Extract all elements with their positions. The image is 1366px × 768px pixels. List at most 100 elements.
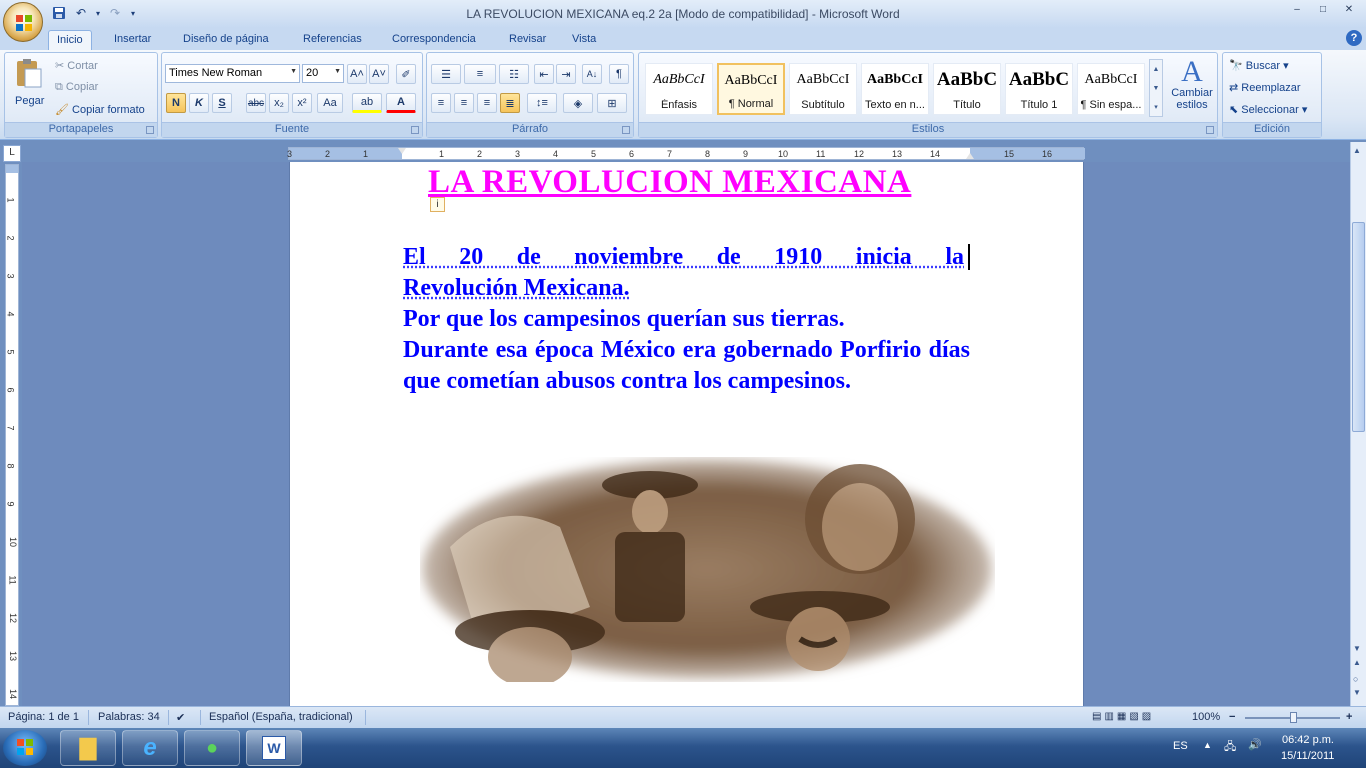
align-center-button[interactable]: ≡ bbox=[454, 93, 474, 113]
select-button[interactable]: ⬉ Seleccionar ▾ bbox=[1229, 103, 1307, 116]
font-color-button[interactable]: A bbox=[386, 93, 416, 113]
previous-page-icon[interactable]: ▲ bbox=[1353, 658, 1361, 667]
shrink-font-button[interactable]: A˅ bbox=[369, 64, 389, 84]
document-body[interactable]: El 20 de noviembre de 1910 inicia la Rev… bbox=[403, 242, 970, 397]
minimize-button[interactable]: – bbox=[1284, 1, 1310, 17]
show-hidden-icons-icon[interactable]: ▲ bbox=[1203, 740, 1212, 750]
style-sin-espaciado[interactable]: AaBbCcI ¶ Sin espa... bbox=[1077, 63, 1145, 115]
paragraph-launcher-icon[interactable] bbox=[622, 126, 630, 134]
italic-button[interactable]: K bbox=[189, 93, 209, 113]
smart-tag-info-icon[interactable]: i bbox=[430, 197, 445, 212]
style-subtitulo[interactable]: AaBbCcI Subtítulo bbox=[789, 63, 857, 115]
font-launcher-icon[interactable] bbox=[411, 126, 419, 134]
document-title[interactable]: LA REVOLUCION MEXICANA bbox=[428, 164, 911, 201]
copy-button[interactable]: ⧉ Copiar bbox=[55, 81, 98, 94]
tab-inicio[interactable]: Inicio bbox=[48, 30, 92, 50]
language-indicator[interactable]: Español (España, tradicional) bbox=[209, 711, 353, 723]
help-icon[interactable]: ? bbox=[1346, 30, 1362, 46]
next-page-icon[interactable]: ▼ bbox=[1353, 688, 1361, 697]
numbering-button[interactable]: ≡ bbox=[464, 64, 496, 84]
font-size-select[interactable]: 20 ▼ bbox=[302, 64, 344, 83]
zoom-level[interactable]: 100% bbox=[1192, 711, 1220, 723]
sort-button[interactable]: A↓ bbox=[582, 64, 602, 84]
volume-icon[interactable]: 🔊 bbox=[1248, 738, 1262, 751]
cut-button[interactable]: ✂ Cortar bbox=[55, 59, 98, 72]
grow-font-button[interactable]: A˄ bbox=[347, 64, 367, 84]
scroll-thumb[interactable] bbox=[1352, 222, 1365, 432]
increase-indent-button[interactable]: ⇥ bbox=[556, 64, 576, 84]
change-styles-button[interactable]: A Cambiar estilos bbox=[1169, 57, 1215, 119]
strikethrough-button[interactable]: abc bbox=[246, 93, 266, 113]
superscript-button[interactable]: x² bbox=[292, 93, 312, 113]
bullets-button[interactable]: ☰ bbox=[431, 64, 461, 84]
replace-button[interactable]: ⇄ Reemplazar bbox=[1229, 81, 1301, 94]
paragraph-1[interactable]: El 20 de noviembre de 1910 inicia la bbox=[403, 242, 970, 273]
taskbar-internet-explorer[interactable]: e bbox=[122, 730, 178, 766]
scroll-up-icon[interactable]: ▲ bbox=[1353, 146, 1361, 155]
network-icon[interactable]: 🖧 bbox=[1224, 738, 1236, 757]
taskbar-word[interactable]: W bbox=[246, 730, 302, 766]
view-buttons-icon[interactable]: ▤▥▦▧▨ bbox=[1092, 711, 1154, 722]
document-page[interactable]: LA REVOLUCION MEXICANA i El 20 de noviem… bbox=[289, 162, 1084, 706]
tab-referencias[interactable]: Referencias bbox=[295, 30, 370, 50]
find-button[interactable]: 🔭 Buscar ▾ bbox=[1229, 59, 1289, 72]
subscript-button[interactable]: x₂ bbox=[269, 93, 289, 113]
revolution-leaders-photo[interactable] bbox=[420, 457, 995, 682]
scroll-down-icon[interactable]: ▼ bbox=[1353, 644, 1361, 653]
clipboard-launcher-icon[interactable] bbox=[146, 126, 154, 134]
clear-format-button[interactable]: ✐ bbox=[396, 64, 416, 84]
tab-correspondencia[interactable]: Correspondencia bbox=[384, 30, 484, 50]
align-right-button[interactable]: ≡ bbox=[477, 93, 497, 113]
decrease-indent-button[interactable]: ⇤ bbox=[534, 64, 554, 84]
tab-selector[interactable]: L bbox=[3, 145, 21, 162]
zoom-slider-thumb[interactable] bbox=[1290, 712, 1297, 723]
style-enfasis[interactable]: AaBbCcI Énfasis bbox=[645, 63, 713, 115]
clock-date[interactable]: 15/11/2011 bbox=[1281, 750, 1334, 762]
start-button[interactable] bbox=[3, 730, 47, 766]
format-painter-button[interactable]: 🖌 Copiar formato bbox=[55, 103, 145, 116]
document-area[interactable]: LA REVOLUCION MEXICANA i El 20 de noviem… bbox=[22, 162, 1350, 706]
close-button[interactable]: ✕ bbox=[1336, 1, 1362, 17]
style-texto-negrita[interactable]: AaBbCcI Texto en n... bbox=[861, 63, 929, 115]
maximize-button[interactable]: □ bbox=[1310, 1, 1336, 17]
zoom-in-button[interactable]: + bbox=[1346, 711, 1352, 723]
styles-launcher-icon[interactable] bbox=[1206, 126, 1214, 134]
align-left-button[interactable]: ≡ bbox=[431, 93, 451, 113]
vertical-scrollbar[interactable]: ▲ ▼ ▲ ○ ▼ bbox=[1350, 142, 1366, 706]
style-normal[interactable]: AaBbCcI ¶ Normal bbox=[717, 63, 785, 115]
office-button[interactable] bbox=[3, 2, 43, 42]
paragraph-4[interactable]: Durante esa época México era gobernado P… bbox=[403, 335, 970, 397]
tab-diseno-pagina[interactable]: Diseño de página bbox=[175, 30, 277, 50]
right-indent-marker-icon[interactable] bbox=[966, 153, 974, 159]
font-family-select[interactable]: Times New Roman ▼ bbox=[165, 64, 300, 83]
style-titulo-1[interactable]: AaBbC Título 1 bbox=[1005, 63, 1073, 115]
zoom-out-button[interactable]: − bbox=[1229, 711, 1235, 723]
indent-marker-icon[interactable] bbox=[398, 148, 406, 154]
tab-revisar[interactable]: Revisar bbox=[501, 30, 554, 50]
vertical-ruler[interactable]: 1 2 3 4 5 6 7 8 9 10 11 12 13 14 bbox=[5, 164, 19, 706]
bold-button[interactable]: N bbox=[166, 93, 186, 113]
taskbar-messenger[interactable]: ● bbox=[184, 730, 240, 766]
paragraph-2[interactable]: Revolución Mexicana. bbox=[403, 273, 970, 304]
word-count[interactable]: Palabras: 34 bbox=[98, 711, 160, 723]
page-count[interactable]: Página: 1 de 1 bbox=[8, 711, 79, 723]
underline-button[interactable]: S bbox=[212, 93, 232, 113]
paragraph-3[interactable]: Por que los campesinos querían sus tierr… bbox=[403, 304, 970, 335]
tab-vista[interactable]: Vista bbox=[564, 30, 604, 50]
multilevel-list-button[interactable]: ☷ bbox=[499, 64, 529, 84]
taskbar-explorer[interactable]: ▇ bbox=[60, 730, 116, 766]
line-spacing-button[interactable]: ↕≡ bbox=[527, 93, 557, 113]
horizontal-ruler[interactable]: 3 2 1 1 2 3 4 5 6 7 8 9 10 11 12 13 14 1… bbox=[287, 147, 1085, 160]
shading-button[interactable]: ◈ bbox=[563, 93, 593, 113]
show-marks-button[interactable]: ¶ bbox=[609, 64, 629, 84]
change-case-button[interactable]: Aa bbox=[317, 93, 343, 113]
browse-object-icon[interactable]: ○ bbox=[1353, 674, 1358, 684]
highlight-button[interactable]: ab bbox=[352, 93, 382, 113]
tab-insertar[interactable]: Insertar bbox=[106, 30, 159, 50]
proofing-icon[interactable]: ✔ bbox=[176, 711, 185, 724]
clock-time[interactable]: 06:42 p.m. bbox=[1282, 734, 1334, 746]
language-bar[interactable]: ES bbox=[1173, 740, 1188, 752]
borders-button[interactable]: ⊞ bbox=[597, 93, 627, 113]
paste-button[interactable]: Pegar bbox=[9, 57, 49, 119]
justify-button[interactable]: ≣ bbox=[500, 93, 520, 113]
